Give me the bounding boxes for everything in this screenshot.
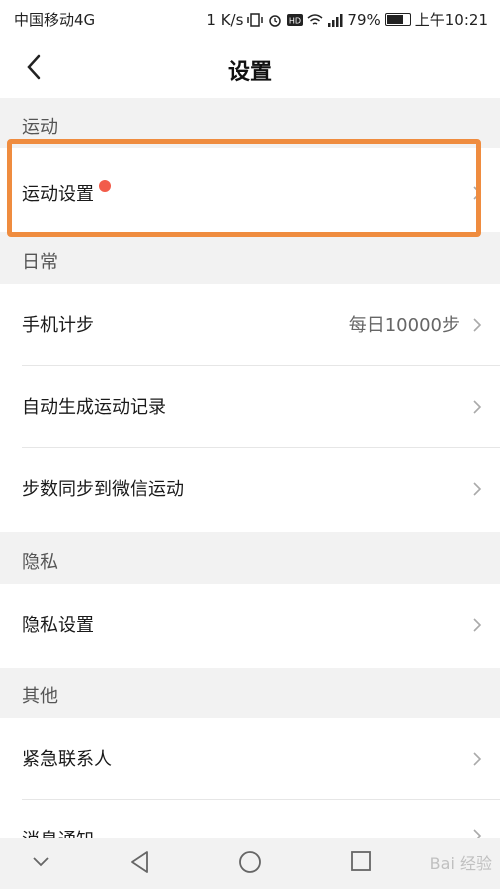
vibrate-icon [247, 12, 264, 27]
chevron-right-icon [473, 318, 482, 332]
chevron-right-icon [473, 400, 482, 414]
home-icon[interactable] [238, 850, 262, 874]
row-label: 步数同步到微信运动 [22, 479, 184, 500]
row-label: 手机计步 [22, 315, 94, 336]
alarm-icon [269, 14, 282, 27]
chevron-right-icon [473, 752, 482, 766]
emergency-contact-row[interactable]: 紧急联系人 [0, 718, 500, 800]
row-label: 消息通知 [22, 826, 94, 838]
highlight-box [7, 139, 481, 237]
row-label: 紧急联系人 [22, 749, 112, 770]
carrier-label: 中国移动4G [14, 11, 96, 29]
header-bar: 设置 [0, 36, 500, 98]
auto-record-row[interactable]: 自动生成运动记录 [0, 366, 500, 448]
row-label: 隐私设置 [22, 615, 94, 636]
back-icon[interactable] [129, 850, 151, 874]
collapse-icon[interactable] [32, 856, 50, 868]
status-bar: 中国移动4G 1 K/s HD 79% 上午10:21 [0, 0, 500, 36]
section-header-daily: 日常 [0, 232, 500, 284]
network-speed: 1 K/s [206, 10, 244, 29]
clock: 上午10:21 [414, 11, 488, 29]
privacy-settings-row[interactable]: 隐私设置 [0, 584, 500, 668]
message-notification-row[interactable]: 消息通知 [0, 800, 500, 838]
status-right: 1 K/s HD 79% 上午10:21 [206, 9, 488, 30]
page-title: 设置 [227, 60, 272, 85]
system-nav-bar: Bai 经验 [0, 838, 500, 889]
chevron-right-icon [473, 829, 482, 838]
section-header-other: 其他 [0, 668, 500, 718]
section-header-privacy: 隐私 [0, 532, 500, 584]
wechat-sync-row[interactable]: 步数同步到微信运动 [0, 448, 500, 532]
signal-icon [328, 13, 343, 27]
step-counter-row[interactable]: 手机计步 每日10000步 [0, 284, 500, 366]
step-goal-value: 每日10000步 [348, 315, 460, 336]
svg-text:HD: HD [289, 16, 301, 25]
chevron-right-icon [473, 618, 482, 632]
baidu-watermark: Bai 经验 [429, 854, 492, 873]
recents-icon[interactable] [350, 850, 372, 872]
hd-icon: HD [287, 13, 304, 26]
row-label: 自动生成运动记录 [22, 397, 166, 418]
battery-icon [384, 13, 411, 26]
wifi-icon [307, 13, 323, 25]
battery-percent: 79% [347, 10, 381, 29]
chevron-right-icon [473, 482, 482, 496]
